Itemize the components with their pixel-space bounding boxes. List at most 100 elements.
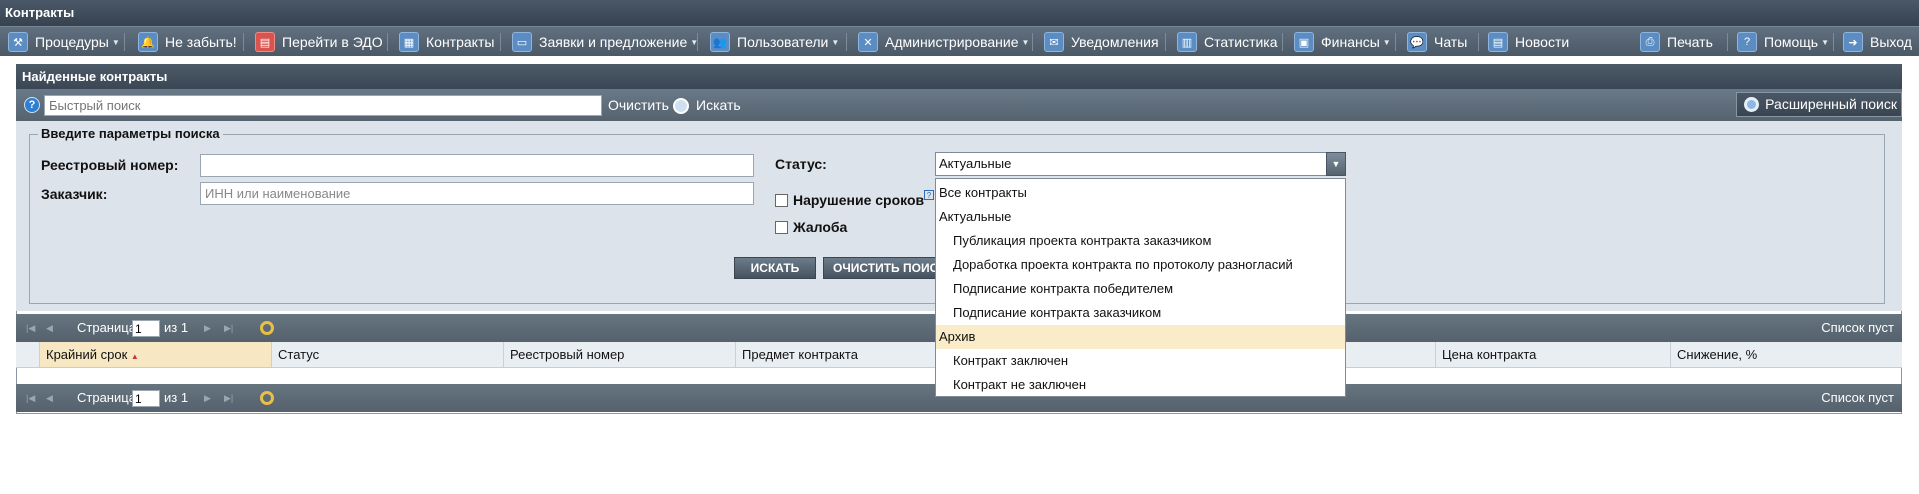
menu-finances[interactable]: ▣ Финансы ▼ [1294,27,1391,57]
menu-users[interactable]: 👥 Пользователи ▼ [710,27,839,57]
status-option[interactable]: Подписание контракта заказчиком [936,301,1345,325]
page-label: Страница [77,390,136,405]
deadline-violation-checkbox[interactable] [775,194,788,207]
chevron-down-icon: ▼ [1821,37,1829,47]
clear-link[interactable]: Очистить [608,95,669,116]
chevron-down-icon: ▼ [1021,37,1030,47]
search-link[interactable]: Искать [696,95,741,116]
status-option[interactable]: Доработка проекта контракта по протоколу… [936,253,1345,277]
menu-contracts[interactable]: ▦ Контракты [399,27,494,57]
last-page-icon[interactable]: ▶| [224,393,234,403]
status-label: Статус: [775,156,827,172]
menu-finances-label: Финансы [1321,34,1380,50]
status-option[interactable]: Актуальные [936,205,1345,229]
menu-separator [243,33,244,51]
complaint-checkbox[interactable] [775,221,788,234]
menu-separator [697,33,698,51]
menu-admin-label: Администрирование [885,34,1019,50]
advanced-search-button[interactable]: Расширенный поиск [1736,92,1902,117]
status-option[interactable]: Подписание контракта победителем [936,277,1345,301]
status-option-highlighted[interactable]: Архив [936,325,1345,349]
advanced-search-label: Расширенный поиск [1765,96,1897,112]
gavel-icon: ⚒ [8,32,28,52]
menu-separator [1833,33,1834,51]
window-title: Контракты [0,0,1919,26]
help-icon: ? [1737,32,1757,52]
menu-news-label: Новости [1515,34,1570,50]
menu-separator [846,33,847,51]
status-select[interactable]: Актуальные [935,152,1346,176]
chevron-down-icon[interactable]: ▼ [1326,152,1346,176]
last-page-icon[interactable]: ▶| [224,323,234,333]
list-empty-label: Список пуст [1821,390,1894,405]
column-status[interactable]: Статус [271,342,503,367]
wallet-icon: ▣ [1294,32,1314,52]
prev-page-icon[interactable]: ◀ [46,323,56,333]
first-page-icon[interactable]: |◀ [26,393,36,403]
folder-icon: ▭ [512,32,532,52]
customer-input[interactable]: ИНН или наименование [200,182,754,205]
menu-separator [124,33,125,51]
page-input[interactable]: 1 [132,390,160,407]
search-button[interactable]: ИСКАТЬ [734,257,816,279]
menu-print[interactable]: ⎙ Печать [1640,27,1713,57]
menu-requests[interactable]: ▭ Заявки и предложение ▼ [512,27,698,57]
page-input[interactable]: 1 [132,320,160,337]
column-registry-number[interactable]: Реестровый номер [503,342,735,367]
help-icon[interactable]: ? [24,97,40,113]
refresh-icon[interactable] [260,321,274,335]
next-page-icon[interactable]: ▶ [204,323,214,333]
menu-remember[interactable]: 🔔 Не забыть! [138,27,237,57]
menu-separator [1478,33,1479,51]
notification-icon: ✉ [1044,32,1064,52]
menu-procedures-label: Процедуры [35,34,109,50]
menu-news[interactable]: ▤ Новости [1488,27,1569,57]
prev-page-icon[interactable]: ◀ [46,393,56,403]
quick-search-input[interactable] [44,95,602,116]
page-label: Страница [77,320,136,335]
menu-statistics[interactable]: ▥ Статистика [1177,27,1278,57]
deadline-violation-label: Нарушение сроков [793,192,925,208]
menu-chats[interactable]: 💬 Чаты [1407,27,1467,57]
menu-procedures[interactable]: ⚒ Процедуры ▼ [8,27,120,57]
clear-search-button[interactable]: ОЧИСТИТЬ ПОИС [823,257,953,279]
customer-label: Заказчик: [41,186,108,202]
registry-number-input[interactable] [200,154,754,177]
chevron-down-icon: ▼ [111,37,120,47]
gear-icon [1744,97,1760,112]
status-option[interactable]: Контракт заключен [936,349,1345,373]
refresh-icon[interactable] [260,391,274,405]
menu-statistics-label: Статистика [1204,34,1278,50]
menu-help[interactable]: ? Помощь ▼ [1737,27,1829,57]
menu-users-label: Пользователи [737,34,829,50]
bell-icon: 🔔 [138,32,158,52]
search-bar: ? Очистить Искать Расширенный поиск [16,89,1902,121]
status-option[interactable]: Публикация проекта контракта заказчиком [936,229,1345,253]
menu-edo-label: Перейти в ЭДО [282,34,383,50]
menu-notifications-label: Уведомления [1071,34,1159,50]
menu-separator [1282,33,1283,51]
menu-admin[interactable]: ✕ Администрирование ▼ [858,27,1029,57]
registry-number-label: Реестровый номер: [41,157,179,173]
menu-separator [387,33,388,51]
fieldset-legend: Введите параметры поиска [38,126,223,141]
menu-notifications[interactable]: ✉ Уведомления [1044,27,1159,57]
status-option[interactable]: Контракт не заключен [936,373,1345,397]
menu-exit-label: Выход [1870,34,1912,50]
column-deadline-label: Крайний срок [46,347,128,362]
next-page-icon[interactable]: ▶ [204,393,214,403]
search-icon[interactable] [673,98,689,114]
complaint-label: Жалоба [793,219,848,235]
first-page-icon[interactable]: |◀ [26,323,36,333]
column-deadline[interactable]: Крайний срок ▲ [39,342,271,367]
users-icon: 👥 [710,32,730,52]
status-option[interactable]: Все контракты [936,181,1345,205]
menu-separator [500,33,501,51]
chat-icon: 💬 [1407,32,1427,52]
help-icon[interactable]: ? [924,190,934,200]
menu-exit[interactable]: ➜ Выход [1843,27,1912,57]
column-price[interactable]: Цена контракта [1435,342,1670,367]
column-decrease[interactable]: Снижение, % [1670,342,1902,367]
page-count: из 1 [164,390,189,405]
menu-edo[interactable]: ▤ Перейти в ЭДО [255,27,383,57]
